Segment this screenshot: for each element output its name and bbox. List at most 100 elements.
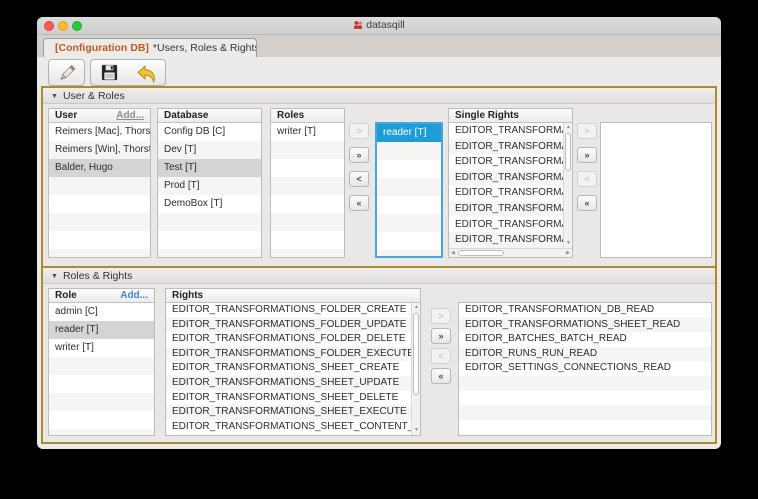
move-left-button[interactable]: < bbox=[349, 171, 369, 187]
single-rights-panel: Single Rights EDITOR_TRANSFORMATIONEDITO… bbox=[448, 108, 573, 258]
single-rights-assigned-list bbox=[601, 123, 711, 257]
save-floppy-icon bbox=[100, 63, 119, 82]
role-list: admin [C]reader [T]writer [T] bbox=[49, 303, 154, 435]
single-rights-assigned-panel bbox=[600, 122, 712, 258]
list-item[interactable]: Config DB [C] bbox=[158, 123, 261, 141]
database-column-header: Database bbox=[158, 109, 261, 123]
database-header-label: Database bbox=[164, 109, 208, 122]
toolbar bbox=[37, 57, 721, 88]
list-item[interactable]: writer [T] bbox=[271, 123, 344, 141]
content-frame: ▼ User & Roles User Add... Reimers [Mac],… bbox=[41, 86, 717, 444]
move-all-right-button[interactable]: » bbox=[577, 147, 597, 163]
list-item[interactable]: EDITOR_TRANSFORMATIONS_SHEET_READ bbox=[459, 318, 711, 333]
roles-header-label: Roles bbox=[277, 109, 304, 122]
add-user-link[interactable]: Add... bbox=[116, 109, 144, 122]
list-item[interactable]: Balder, Hugo bbox=[49, 159, 150, 177]
list-item[interactable]: DemoBox [T] bbox=[158, 195, 261, 213]
list-item[interactable]: EDITOR_TRANSFORMATION bbox=[449, 232, 563, 248]
pencil-icon bbox=[57, 63, 77, 83]
list-item[interactable]: EDITOR_TRANSFORMATIONS_SHEET_DELETE bbox=[166, 391, 411, 406]
list-item[interactable]: EDITOR_BATCHES_BATCH_READ bbox=[459, 332, 711, 347]
move-all-left-button[interactable]: « bbox=[349, 195, 369, 211]
move-all-right-button[interactable]: » bbox=[431, 328, 451, 344]
undo-arrow-icon bbox=[135, 63, 157, 83]
undo-button[interactable] bbox=[127, 59, 166, 86]
list-item[interactable]: EDITOR_TRANSFORMATION bbox=[449, 123, 563, 139]
move-all-right-button[interactable]: » bbox=[349, 147, 369, 163]
move-right-button[interactable]: > bbox=[577, 123, 597, 139]
rights-move-buttons: > » < « bbox=[431, 308, 451, 384]
vertical-scrollbar[interactable]: ▲ ▼ bbox=[411, 303, 420, 435]
scrollbar-thumb[interactable] bbox=[413, 313, 419, 395]
list-item[interactable]: EDITOR_TRANSFORMATION bbox=[449, 185, 563, 201]
move-right-button[interactable]: > bbox=[349, 123, 369, 139]
list-item[interactable]: Test [T] bbox=[158, 159, 261, 177]
list-item[interactable]: EDITOR_SETTINGS_CONNECTIONS_READ bbox=[459, 361, 711, 376]
scroll-down-icon[interactable]: ▼ bbox=[566, 241, 571, 246]
collapse-triangle-icon: ▼ bbox=[51, 93, 58, 100]
section-title: User & Roles bbox=[63, 90, 125, 102]
list-item[interactable]: EDITOR_TRANSFORMATIONS_SHEET_CONTENT_EDI… bbox=[166, 420, 411, 435]
move-left-button[interactable]: < bbox=[577, 171, 597, 187]
list-item[interactable]: EDITOR_TRANSFORMATIONS_SHEET_CREATE bbox=[166, 361, 411, 376]
list-item[interactable]: EDITOR_RUNS_RUN_READ bbox=[459, 347, 711, 362]
section-header-roles-rights[interactable]: ▼Roles & Rights bbox=[43, 268, 715, 284]
roles-available-list: writer [T] bbox=[271, 123, 344, 257]
user-header-label: User bbox=[55, 109, 77, 122]
list-item[interactable]: EDITOR_TRANSFORMATION_DB_READ bbox=[459, 303, 711, 318]
tab-users-roles-rights[interactable]: [Configuration DB] *Users, Roles & Right… bbox=[43, 38, 257, 57]
horizontal-scrollbar[interactable]: ◀ ▶ bbox=[449, 248, 572, 257]
screenshot-stage: datasqill [Configuration DB] *Users, Rol… bbox=[0, 0, 758, 499]
scroll-right-icon[interactable]: ▶ bbox=[566, 251, 570, 256]
add-role-link[interactable]: Add... bbox=[120, 289, 148, 302]
list-item[interactable]: EDITOR_TRANSFORMATIONS_SHEET_EXECUTE bbox=[166, 405, 411, 420]
list-item[interactable]: EDITOR_TRANSFORMATION bbox=[449, 154, 563, 170]
list-item[interactable]: EDITOR_TRANSFORMATION bbox=[449, 139, 563, 155]
database-list: Config DB [C]Dev [T]Test [T]Prod [T]Demo… bbox=[158, 123, 261, 257]
section-header-user-roles[interactable]: ▼ User & Roles bbox=[43, 88, 715, 104]
scroll-down-icon[interactable]: ▼ bbox=[414, 428, 419, 433]
vertical-scrollbar[interactable]: ▲ ▼ bbox=[563, 123, 572, 248]
list-item[interactable]: EDITOR_TRANSFORMATIONS_FOLDER_EXECUTE bbox=[166, 347, 411, 362]
list-item[interactable]: EDITOR_TRANSFORMATION bbox=[449, 217, 563, 233]
rights-column-header: Rights bbox=[166, 289, 420, 303]
list-item[interactable]: writer [T] bbox=[49, 339, 154, 357]
list-item[interactable]: EDITOR_TRANSFORMATIONS_FOLDER_CREATE bbox=[166, 303, 411, 318]
list-item[interactable]: Reimers [Win], Thorsten bbox=[49, 141, 150, 159]
move-all-left-button[interactable]: « bbox=[577, 195, 597, 211]
tab-title: *Users, Roles & Rights bbox=[153, 42, 257, 54]
roles-move-buttons: > » < « bbox=[349, 123, 369, 211]
collapse-triangle-icon: ▼ bbox=[51, 273, 58, 280]
move-all-left-button[interactable]: « bbox=[431, 368, 451, 384]
list-item[interactable]: EDITOR_TRANSFORMATION bbox=[449, 170, 563, 186]
scroll-left-icon[interactable]: ◀ bbox=[451, 251, 455, 256]
list-item[interactable]: reader [T] bbox=[49, 321, 154, 339]
title-bar[interactable]: datasqill bbox=[37, 17, 721, 35]
list-item[interactable]: reader [T] bbox=[377, 124, 441, 142]
list-item[interactable]: Prod [T] bbox=[158, 177, 261, 195]
list-item[interactable]: EDITOR_TRANSFORMATIONS_SHEET_UPDATE bbox=[166, 376, 411, 391]
user-column-header: User Add... bbox=[49, 109, 150, 123]
roles-assigned-panel: reader [T] bbox=[375, 122, 443, 258]
list-item[interactable]: admin [C] bbox=[49, 303, 154, 321]
list-item[interactable]: EDITOR_TRANSFORMATIONS_FOLDER_DELETE bbox=[166, 332, 411, 347]
role-panel: Role Add... admin [C]reader [T]writer [T… bbox=[48, 288, 155, 436]
scrollbar-thumb[interactable] bbox=[458, 250, 504, 256]
move-right-button[interactable]: > bbox=[431, 308, 451, 324]
edit-button[interactable] bbox=[48, 59, 85, 86]
scrollbar-thumb[interactable] bbox=[565, 133, 571, 171]
list-item[interactable]: Dev [T] bbox=[158, 141, 261, 159]
scroll-up-icon[interactable]: ▲ bbox=[566, 125, 571, 130]
rights-assigned-panel: EDITOR_TRANSFORMATION_DB_READEDITOR_TRAN… bbox=[458, 302, 712, 436]
list-item[interactable]: EDITOR_TRANSFORMATIONS_FOLDER_UPDATE bbox=[166, 318, 411, 333]
list-item[interactable]: Reimers [Mac], Thorsten bbox=[49, 123, 150, 141]
scroll-up-icon[interactable]: ▲ bbox=[414, 305, 419, 310]
roles-assigned-list: reader [T] bbox=[377, 124, 441, 256]
app-window: datasqill [Configuration DB] *Users, Rol… bbox=[37, 17, 721, 449]
move-left-button[interactable]: < bbox=[431, 348, 451, 364]
rights-assigned-list: EDITOR_TRANSFORMATION_DB_READEDITOR_TRAN… bbox=[459, 303, 711, 435]
role-column-header: Role Add... bbox=[49, 289, 154, 303]
list-item[interactable]: EDITOR_TRANSFORMATION bbox=[449, 201, 563, 217]
single-rights-list: EDITOR_TRANSFORMATIONEDITOR_TRANSFORMATI… bbox=[449, 123, 572, 257]
save-button[interactable] bbox=[90, 59, 128, 86]
